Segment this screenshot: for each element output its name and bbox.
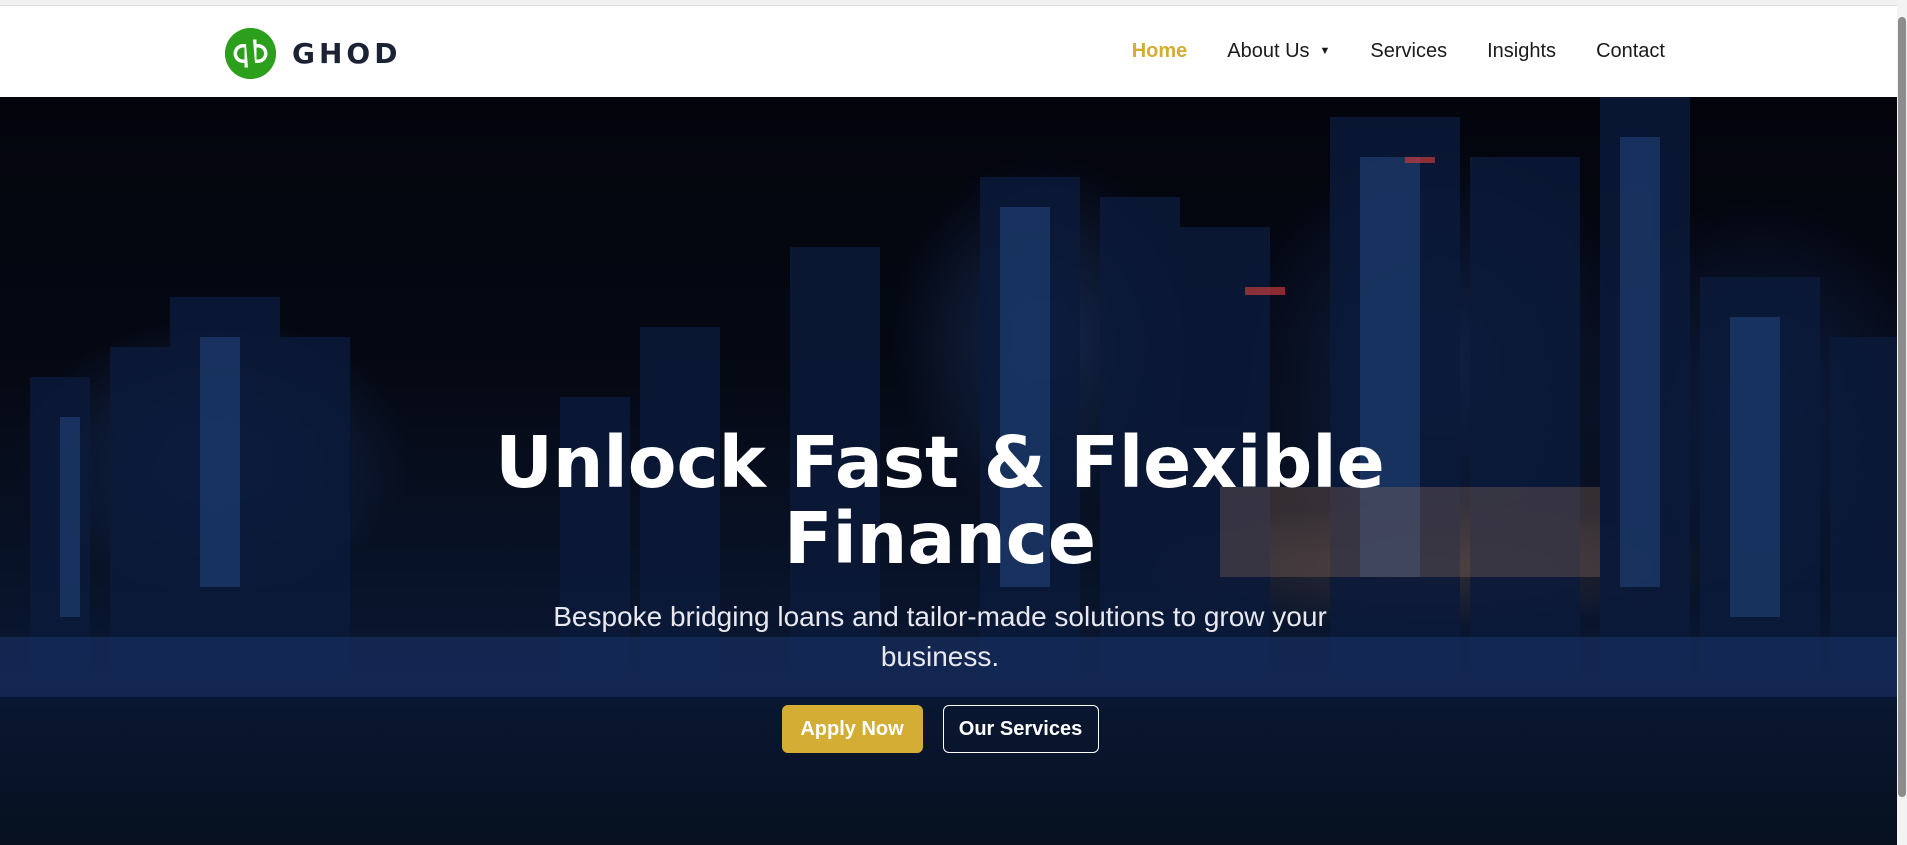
brand-logo[interactable]: GHOD — [225, 27, 401, 79]
hero-title-line-1: Unlock Fast & Flexible — [495, 421, 1385, 504]
page-scrollbar[interactable] — [1897, 0, 1907, 845]
hero-section: Unlock Fast & Flexible Finance Bespoke b… — [0, 97, 1897, 845]
nav-home[interactable]: Home — [1132, 40, 1188, 63]
nav-contact[interactable]: Contact — [1596, 40, 1665, 63]
hero-title-line-2: Finance — [783, 497, 1097, 580]
scrollbar-thumb[interactable] — [1898, 17, 1906, 797]
main-nav: Home About Us ▼ Services Insights Contac… — [1132, 6, 1665, 97]
qb-logo-icon — [225, 27, 276, 79]
hero-title: Unlock Fast & Flexible Finance — [440, 425, 1440, 577]
nav-insights[interactable]: Insights — [1487, 40, 1556, 63]
hero-content: Unlock Fast & Flexible Finance Bespoke b… — [440, 425, 1440, 753]
apply-now-button[interactable]: Apply Now — [781, 705, 923, 753]
site-header: GHOD Home About Us ▼ Services Insights C… — [0, 6, 1897, 97]
nav-about-us-label: About Us — [1227, 40, 1310, 62]
nav-services[interactable]: Services — [1370, 40, 1447, 63]
our-services-button[interactable]: Our Services — [942, 705, 1099, 753]
hero-subtitle: Bespoke bridging loans and tailor-made s… — [553, 601, 1327, 672]
caret-down-icon: ▼ — [1319, 45, 1331, 57]
nav-about-us[interactable]: About Us ▼ — [1227, 40, 1330, 63]
brand-name: GHOD — [292, 36, 402, 70]
hero-buttons: Apply Now Our Services — [440, 705, 1440, 753]
